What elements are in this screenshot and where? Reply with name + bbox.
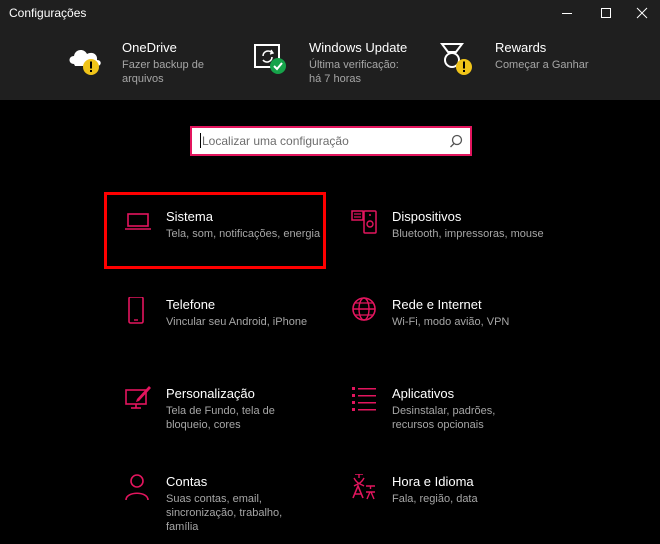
rewards-warning-icon xyxy=(440,43,472,75)
tile-hora-idioma[interactable]: Hora e Idioma Fala, região, data xyxy=(351,474,571,544)
tile-title: Telefone xyxy=(166,297,216,312)
tile-subtitle: Suas contas, email, sincronização, traba… xyxy=(166,493,283,533)
minimize-button[interactable] xyxy=(551,0,583,26)
tile-title: Hora e Idioma xyxy=(392,474,474,489)
personalization-icon xyxy=(125,386,151,409)
tile-subtitle: Fala, região, data xyxy=(392,493,478,505)
tile-subtitle: Tela de Fundo, tela de bloqueio, cores xyxy=(166,405,275,431)
header-item-onedrive[interactable]: OneDrive Fazer backup de arquivos xyxy=(66,40,236,90)
close-icon xyxy=(636,7,648,19)
tile-subtitle: Desinstalar, padrões, recursos opcionais xyxy=(392,405,496,431)
rewards-title: Rewards xyxy=(495,40,547,55)
maximize-button[interactable] xyxy=(590,0,622,26)
tile-personalizacao[interactable]: Personalização Tela de Fundo, tela de bl… xyxy=(125,386,345,456)
person-icon xyxy=(125,474,149,501)
header-strip: OneDrive Fazer backup de arquivos Window… xyxy=(0,26,660,100)
text-caret xyxy=(200,133,201,148)
search-input[interactable]: Localizar uma configuração xyxy=(190,126,472,156)
windows-update-title: Windows Update xyxy=(309,40,408,55)
rewards-subtitle: Começar a Ganhar xyxy=(495,59,589,71)
search-icon xyxy=(450,134,463,148)
onedrive-subtitle: Fazer backup de arquivos xyxy=(122,59,204,85)
tile-subtitle: Bluetooth, impressoras, mouse xyxy=(392,228,544,240)
window-title: Configurações xyxy=(9,6,87,20)
tile-aplicativos[interactable]: Aplicativos Desinstalar, padrões, recurs… xyxy=(351,386,571,456)
title-bar: Configurações xyxy=(0,0,660,26)
tile-title: Contas xyxy=(166,474,208,489)
onedrive-warning-icon xyxy=(69,50,101,75)
onedrive-title: OneDrive xyxy=(122,40,177,55)
tile-title: Personalização xyxy=(166,386,255,401)
tile-subtitle: Vincular seu Android, iPhone xyxy=(166,316,308,328)
time-language-icon xyxy=(352,474,375,500)
windows-update-ok-icon xyxy=(254,44,286,74)
tile-telefone[interactable]: Telefone Vincular seu Android, iPhone xyxy=(125,297,345,367)
globe-icon xyxy=(352,297,376,321)
header-item-rewards[interactable]: Rewards Começar a Ganhar xyxy=(440,40,610,90)
windows-update-subtitle: Última verificação: há 7 horas xyxy=(309,59,399,85)
tile-title: Rede e Internet xyxy=(392,297,482,312)
tile-contas[interactable]: Contas Suas contas, email, sincronização… xyxy=(125,474,345,544)
tile-title: Dispositivos xyxy=(392,209,462,224)
maximize-icon xyxy=(601,8,611,18)
tile-subtitle: Tela, som, notificações, energia xyxy=(166,228,321,240)
apps-list-icon xyxy=(352,387,376,411)
search-placeholder: Localizar uma configuração xyxy=(202,134,349,148)
tile-subtitle: Wi-Fi, modo avião, VPN xyxy=(392,316,510,328)
devices-icon xyxy=(351,210,377,234)
tile-rede-internet[interactable]: Rede e Internet Wi-Fi, modo avião, VPN xyxy=(351,297,571,367)
tile-title: Sistema xyxy=(166,209,213,224)
tile-sistema[interactable]: Sistema Tela, som, notificações, energia xyxy=(125,209,345,279)
header-item-windows-update[interactable]: Windows Update Última verificação: há 7 … xyxy=(252,40,422,90)
minimize-icon xyxy=(562,13,572,14)
phone-icon xyxy=(128,297,144,324)
close-button[interactable] xyxy=(626,0,658,26)
laptop-icon xyxy=(125,213,151,230)
tile-dispositivos[interactable]: Dispositivos Bluetooth, impressoras, mou… xyxy=(351,209,571,279)
tile-title: Aplicativos xyxy=(392,386,455,401)
